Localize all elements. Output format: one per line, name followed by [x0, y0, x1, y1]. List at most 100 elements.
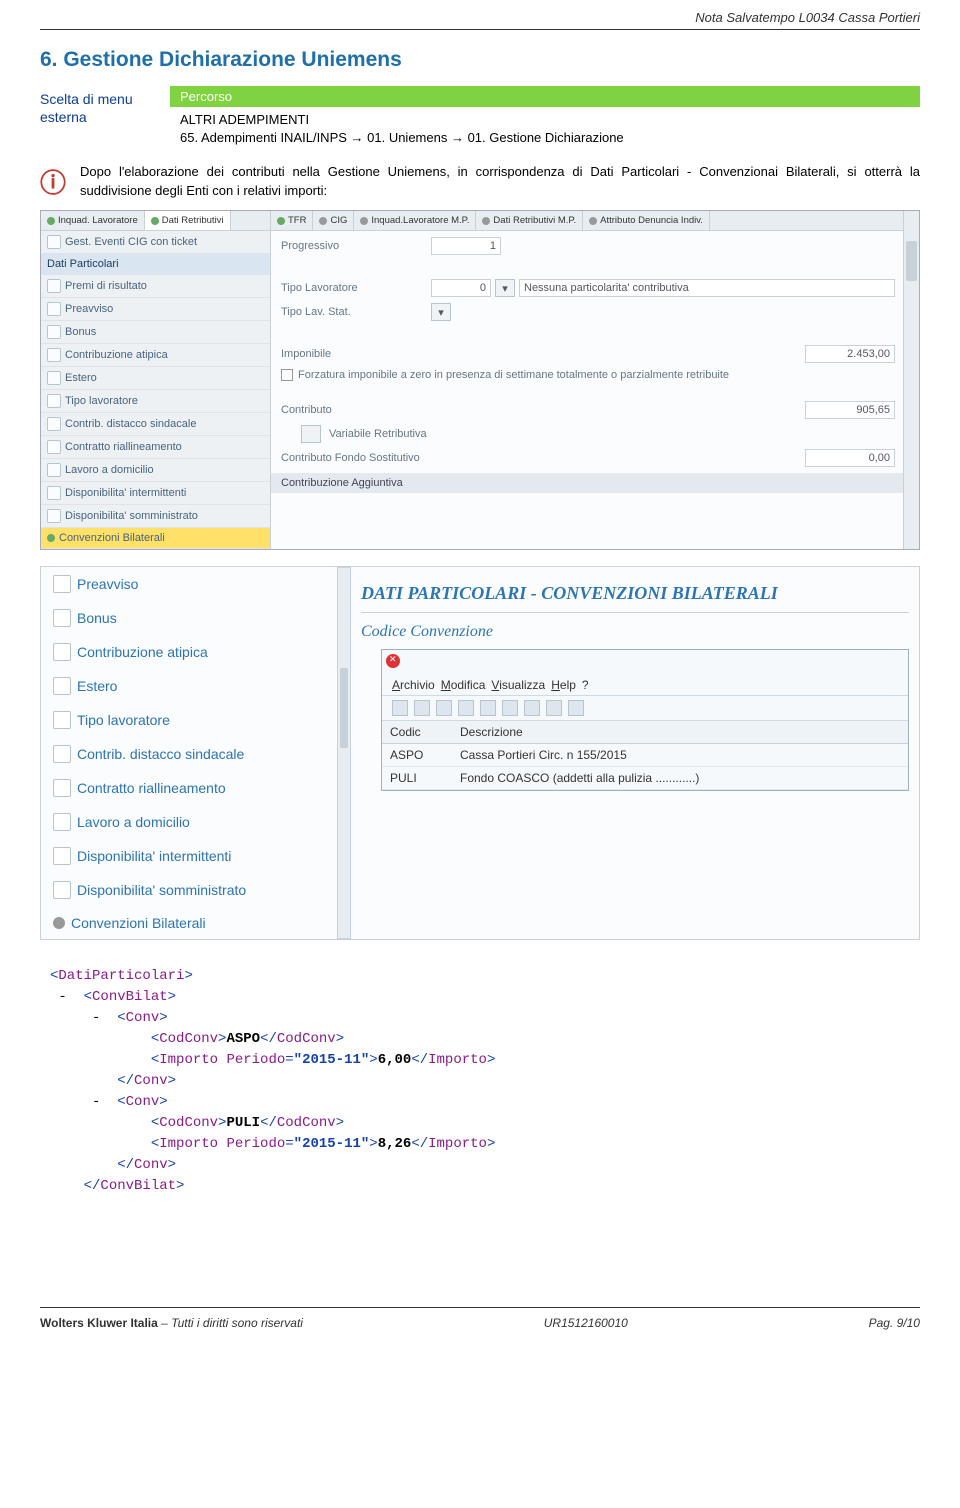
- tabs-row-right: TFR CIG Inquad.Lavoratore M.P. Dati Retr…: [271, 211, 905, 231]
- sidebar-item[interactable]: Lavoro a domicilio: [41, 459, 270, 482]
- sidebar-item[interactable]: Premi di risultato: [41, 275, 270, 298]
- tab-inquad-mp[interactable]: Inquad.Lavoratore M.P.: [354, 211, 476, 230]
- sidebar-item-dati-particolari[interactable]: Dati Particolari: [41, 254, 270, 275]
- sidebar-item[interactable]: Contribuzione atipica: [41, 344, 270, 367]
- info-icon: ⓘ: [40, 163, 80, 200]
- menu-ext-line1: Scelta di menu: [40, 91, 133, 107]
- lookup-popup: AArchiviorchivio Modifica Visualizza Hel…: [381, 649, 909, 791]
- status-dot-icon: [277, 217, 285, 225]
- sidebar-item[interactable]: Estero: [41, 367, 270, 390]
- panel-convenzioni: DATI PARTICOLARI - CONVENZIONI BILATERAL…: [350, 566, 920, 940]
- screenshot-convenzioni: Preavviso Bonus Contribuzione atipica Es…: [40, 566, 920, 940]
- percorso-header: Percorso: [170, 86, 920, 107]
- toolbar-icon[interactable]: [480, 700, 496, 716]
- tipo-lav-stat-label: Tipo Lav. Stat.: [281, 306, 431, 318]
- tab-cig[interactable]: CIG: [313, 211, 354, 230]
- sidebar-item[interactable]: Preavviso: [41, 298, 270, 321]
- toolbar-icon[interactable]: [546, 700, 562, 716]
- toolbar-icon[interactable]: [436, 700, 452, 716]
- tab-dati-retr-mp[interactable]: Dati Retributivi M.P.: [476, 211, 583, 230]
- footer-rights: – Tutti i diritti sono riservati: [158, 1316, 303, 1330]
- var-retr-button[interactable]: [301, 425, 321, 443]
- contributo-label: Contributo: [281, 404, 431, 416]
- percorso-body: ALTRI ADEMPIMENTI 65. Adempimenti INAIL/…: [170, 107, 920, 151]
- contributo-input[interactable]: 905,65: [805, 401, 895, 419]
- forzatura-checkbox[interactable]: [281, 369, 293, 381]
- tipo-lavoratore-label: Tipo Lavoratore: [281, 282, 431, 294]
- toolbar-icon[interactable]: [414, 700, 430, 716]
- tabs-row: Inquad. Lavoratore Dati Retributivi: [41, 211, 270, 231]
- col-descrizione[interactable]: Descrizione: [452, 721, 908, 744]
- status-dot-icon: [319, 217, 327, 225]
- toolbar-icon[interactable]: [524, 700, 540, 716]
- tab-tfr[interactable]: TFR: [271, 211, 313, 230]
- screenshot-form-main: Inquad. Lavoratore Dati Retributivi Gest…: [40, 210, 920, 550]
- table-row[interactable]: PULIFondo COASCO (addetti alla pulizia .…: [382, 767, 908, 790]
- close-icon[interactable]: [386, 654, 400, 668]
- sidebar-item[interactable]: Bonus: [41, 601, 350, 635]
- tab-inquad-lavoratore[interactable]: Inquad. Lavoratore: [41, 211, 145, 230]
- status-dot-icon: [47, 217, 55, 225]
- sidebar-item[interactable]: Preavviso: [41, 567, 350, 601]
- status-dot-icon: [151, 217, 159, 225]
- panel-title: DATI PARTICOLARI - CONVENZIONI BILATERAL…: [361, 575, 909, 613]
- sidebar-item-convenzioni[interactable]: Convenzioni Bilaterali: [41, 907, 350, 939]
- sidebar-item[interactable]: Contrib. distacco sindacale: [41, 413, 270, 436]
- fondo-sost-label: Contributo Fondo Sostitutivo: [281, 452, 501, 464]
- progressivo-label: Progressivo: [281, 240, 431, 252]
- scrollbar[interactable]: [337, 567, 351, 939]
- menu-modifica[interactable]: Modifica: [441, 678, 486, 692]
- toolbar-icon[interactable]: [392, 700, 408, 716]
- percorso-box: Percorso ALTRI ADEMPIMENTI 65. Adempimen…: [170, 86, 920, 151]
- sidebar-item[interactable]: Contratto riallineamento: [41, 436, 270, 459]
- menu-question[interactable]: ?: [582, 678, 589, 692]
- table-row[interactable]: ASPOCassa Portieri Circ. n 155/2015: [382, 744, 908, 767]
- sidebar-item[interactable]: Bonus: [41, 321, 270, 344]
- sidebar-item[interactable]: Disponibilita' somministrato: [41, 873, 350, 907]
- sidebar-item[interactable]: Tipo lavoratore: [41, 703, 350, 737]
- sidebar-item[interactable]: Disponibilita' somministrato: [41, 505, 270, 528]
- fondo-sost-input[interactable]: 0,00: [805, 449, 895, 467]
- status-dot-icon: [482, 217, 490, 225]
- sidebar-item[interactable]: Contrib. distacco sindacale: [41, 737, 350, 771]
- sidebar-item[interactable]: Gest. Eventi CIG con ticket: [41, 231, 270, 254]
- tipo-lavoratore-desc: Nessuna particolarita' contributiva: [519, 279, 895, 297]
- dropdown-icon[interactable]: ▾: [431, 303, 451, 321]
- toolbar-icon[interactable]: [458, 700, 474, 716]
- sidebar-item[interactable]: Disponibilita' intermittenti: [41, 839, 350, 873]
- popup-menubar: AArchiviorchivio Modifica Visualizza Hel…: [382, 675, 908, 696]
- popup-toolbar: [382, 696, 908, 721]
- dropdown-icon[interactable]: ▾: [495, 279, 515, 297]
- info-text: Dopo l'elaborazione dei contributi nella…: [80, 163, 920, 199]
- menu-esterna-label: Scelta di menu esterna: [40, 86, 170, 126]
- footer-page: Pag. 9/10: [869, 1316, 920, 1330]
- toolbar-icon[interactable]: [502, 700, 518, 716]
- menu-help[interactable]: Help: [551, 678, 576, 692]
- sidebar-item[interactable]: Estero: [41, 669, 350, 703]
- sidebar-item-convenzioni-bilaterali[interactable]: Convenzioni Bilaterali: [41, 528, 270, 549]
- col-codice[interactable]: Codic: [382, 721, 452, 744]
- percorso-line2: 65. Adempimenti INAIL/INPS → 01. Uniemen…: [180, 130, 624, 145]
- menu-visualizza[interactable]: Visualizza: [491, 678, 545, 692]
- tab-dati-retributivi[interactable]: Dati Retributivi: [145, 211, 231, 230]
- sidebar-item[interactable]: Tipo lavoratore: [41, 390, 270, 413]
- page-footer: Wolters Kluwer Italia – Tutti i diritti …: [40, 1307, 920, 1344]
- sidebar-item[interactable]: Contribuzione atipica: [41, 635, 350, 669]
- progressivo-input[interactable]: 1: [431, 237, 501, 255]
- menu-archivio[interactable]: AArchiviorchivio: [392, 678, 435, 692]
- scrollbar[interactable]: [903, 211, 919, 549]
- footer-company: Wolters Kluwer Italia: [40, 1316, 158, 1330]
- codice-convenzione-label: Codice Convenzione: [361, 623, 909, 641]
- status-dot-icon: [589, 217, 597, 225]
- status-dot-icon: [47, 534, 55, 542]
- imponibile-label: Imponibile: [281, 348, 431, 360]
- tipo-lavoratore-input[interactable]: 0: [431, 279, 491, 297]
- imponibile-input[interactable]: 2.453,00: [805, 345, 895, 363]
- tab-attr-denuncia[interactable]: Attributo Denuncia Indiv.: [583, 211, 710, 230]
- sidebar-item[interactable]: Contratto riallineamento: [41, 771, 350, 805]
- side-list: Gest. Eventi CIG con ticket Dati Partico…: [41, 231, 270, 549]
- toolbar-icon[interactable]: [568, 700, 584, 716]
- var-retr-label: Variabile Retributiva: [329, 428, 427, 440]
- sidebar-item[interactable]: Lavoro a domicilio: [41, 805, 350, 839]
- sidebar-item[interactable]: Disponibilita' intermittenti: [41, 482, 270, 505]
